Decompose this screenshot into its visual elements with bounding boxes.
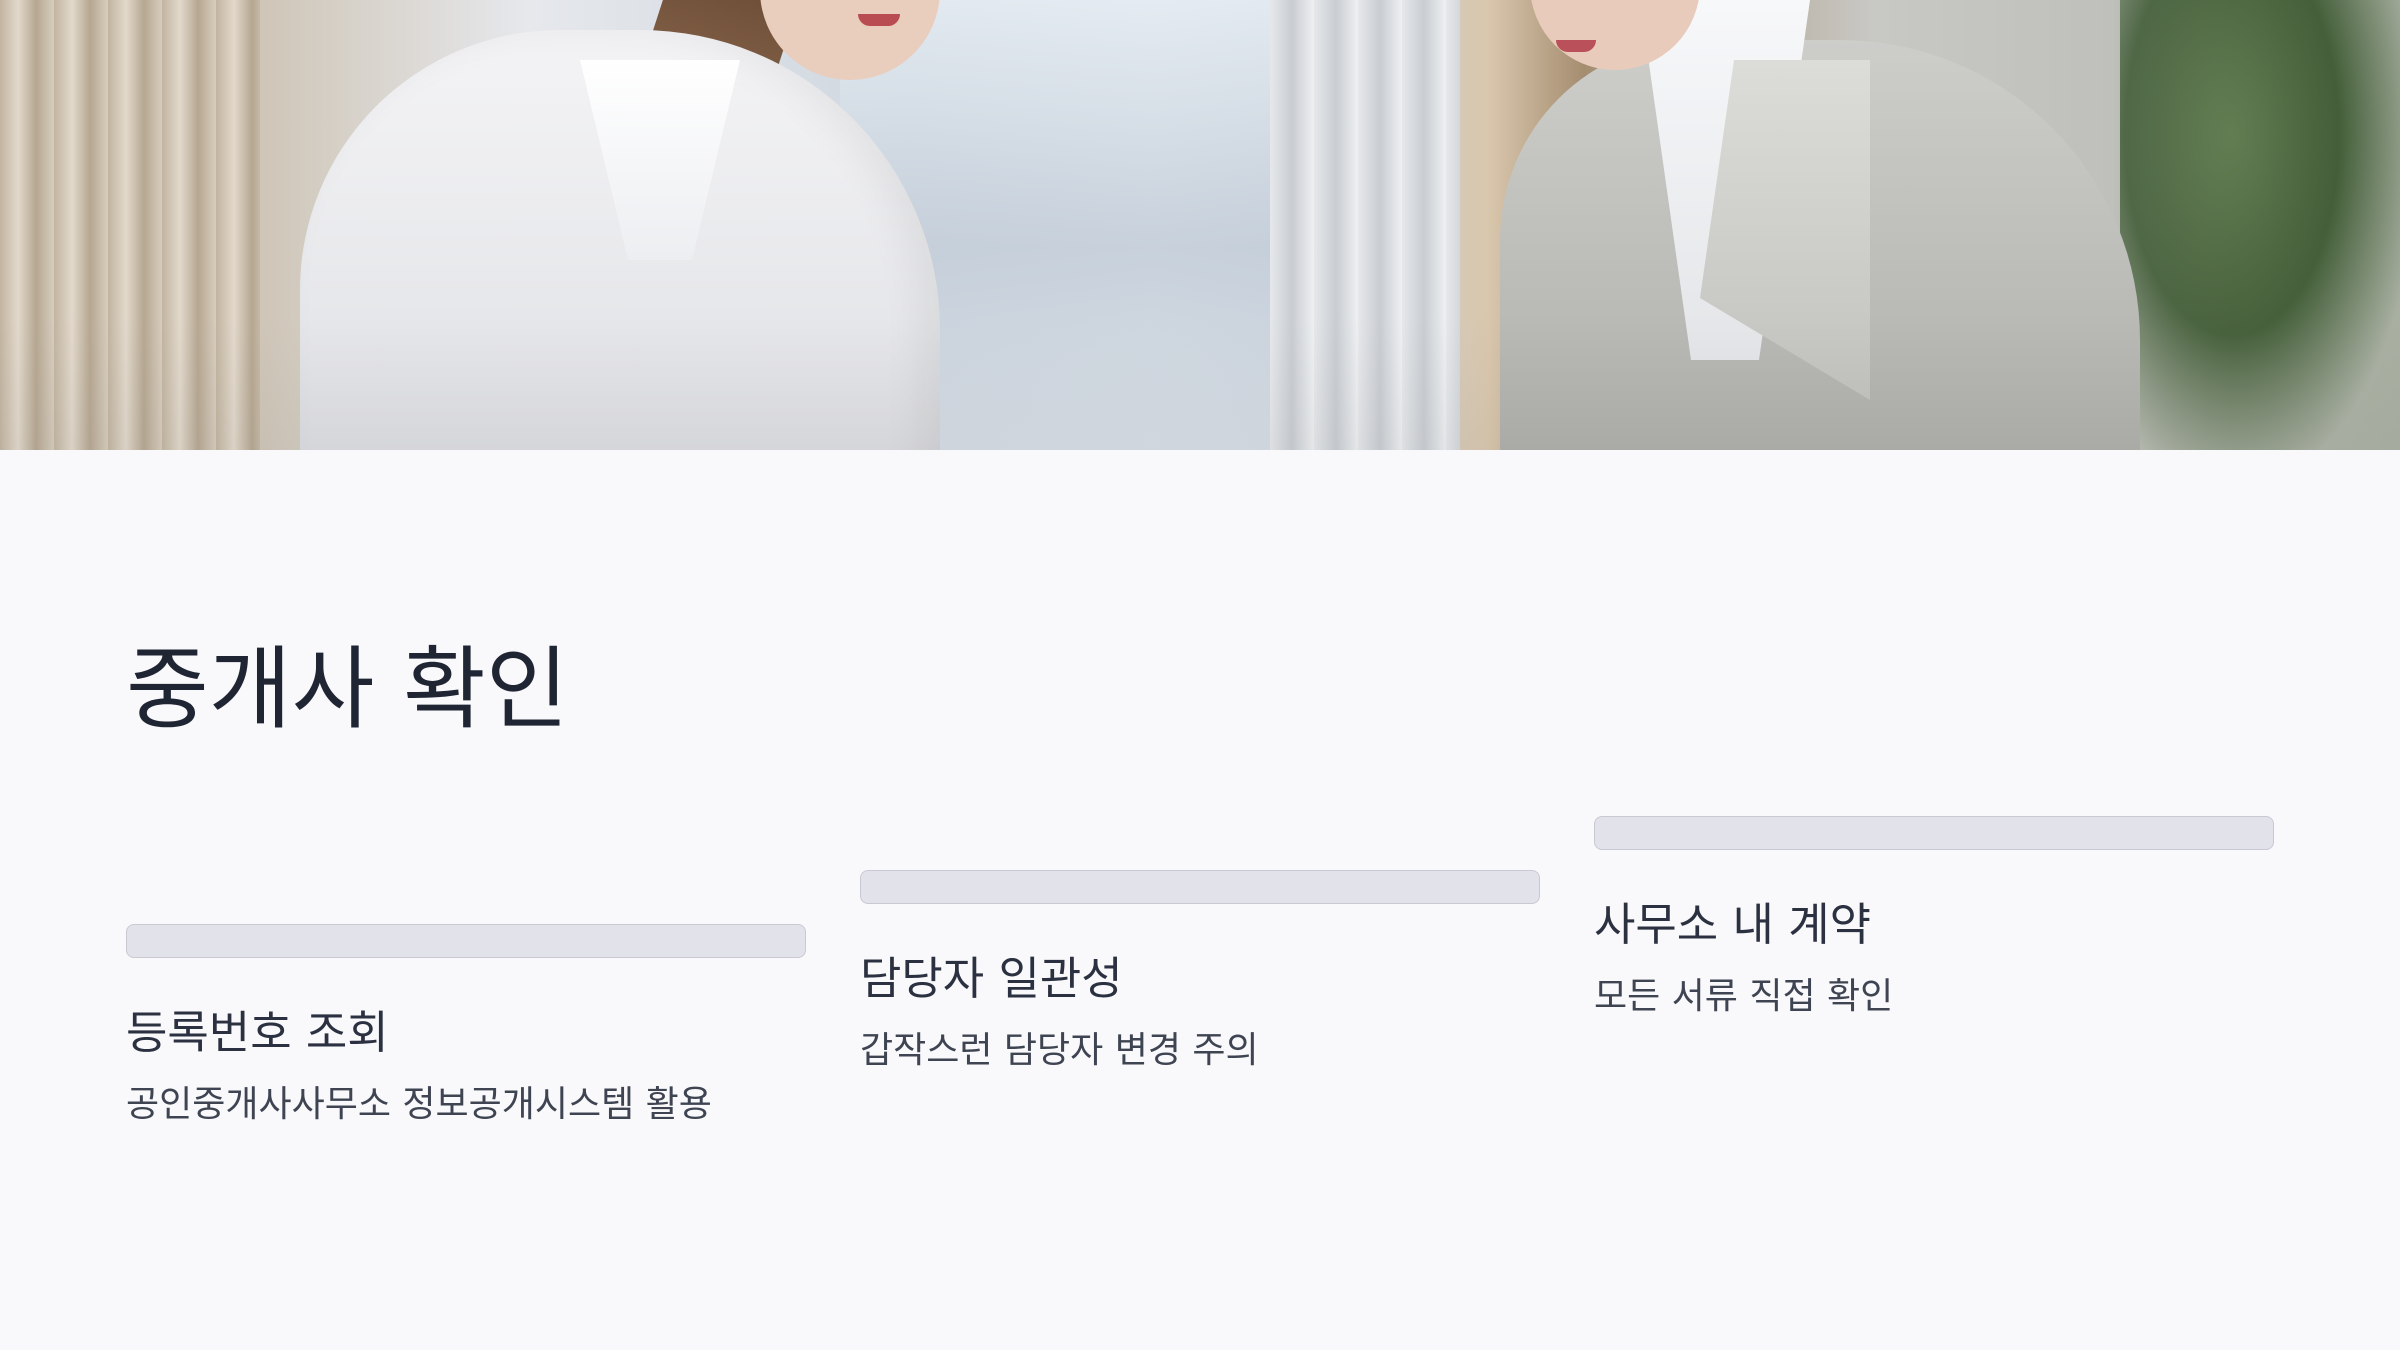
step-title: 담당자 일관성 [860, 952, 1123, 1005]
step-bar [860, 870, 1540, 904]
photo-shade [0, 0, 2400, 450]
step-bar [1594, 816, 2274, 850]
step-bar [126, 924, 806, 958]
step-description: 모든 서류 직접 확인 [1594, 976, 1894, 1017]
step-title: 사무소 내 계약 [1594, 898, 1872, 951]
step-title: 등록번호 조회 [126, 1006, 389, 1059]
page-title: 중개사 확인 [126, 637, 569, 742]
step-card-registration: 등록번호 조회 공인중개사사무소 정보공개시스템 활용 [126, 924, 806, 1127]
hero-photo [0, 0, 2400, 450]
step-description: 공인중개사사무소 정보공개시스템 활용 [126, 1084, 712, 1125]
step-description: 갑작스런 담당자 변경 주의 [860, 1030, 1259, 1071]
step-card-office-contract: 사무소 내 계약 모든 서류 직접 확인 [1594, 816, 2274, 1019]
step-card-consistency: 담당자 일관성 갑작스런 담당자 변경 주의 [860, 870, 1540, 1073]
